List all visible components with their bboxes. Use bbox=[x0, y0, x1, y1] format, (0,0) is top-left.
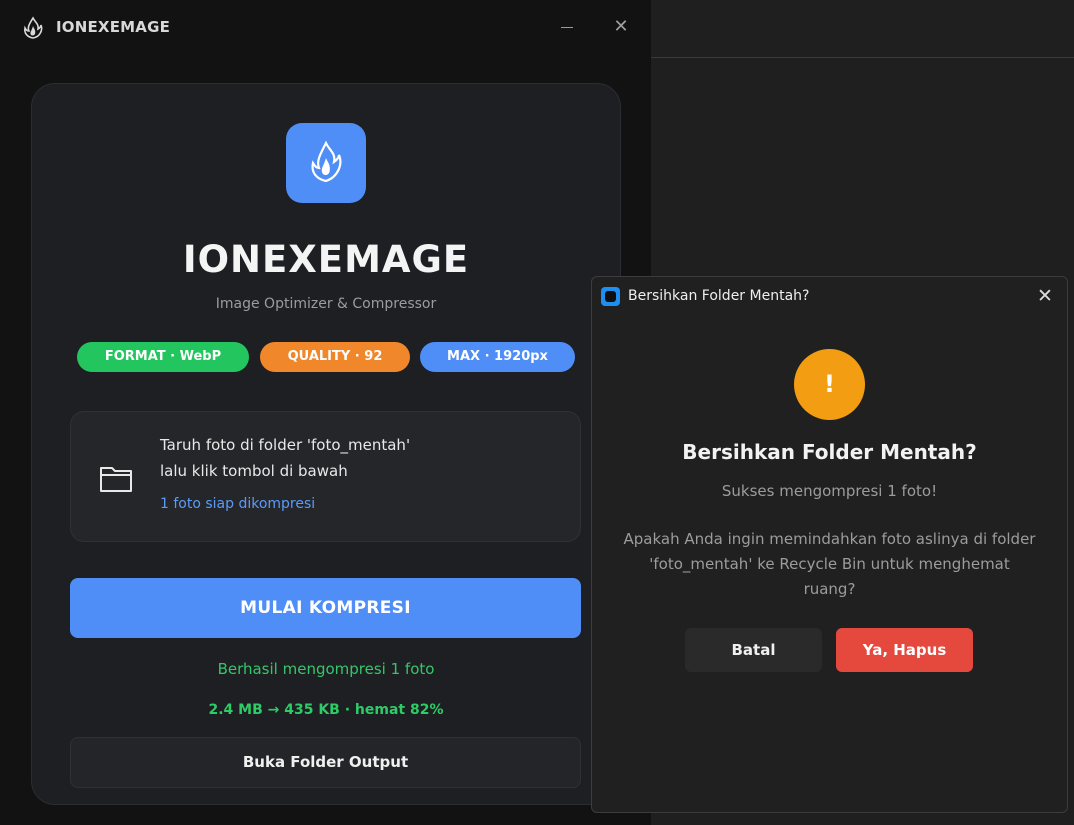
open-output-folder-button[interactable]: Buka Folder Output bbox=[70, 737, 581, 788]
app-window: IONEXEMAGE ✕ IONEXEMAGE Image Optimizer … bbox=[0, 0, 651, 825]
dialog-close-button[interactable]: ✕ bbox=[1034, 285, 1056, 307]
dialog-title: Bersihkan Folder Mentah? bbox=[628, 288, 810, 304]
dialog-heading: Bersihkan Folder Mentah? bbox=[682, 440, 977, 464]
drop-instruction-line1: Taruh foto di folder 'foto_mentah' bbox=[160, 436, 411, 454]
folder-icon bbox=[100, 467, 132, 492]
result-message: Berhasil mengompresi 1 foto bbox=[217, 660, 435, 678]
main-card: IONEXEMAGE Image Optimizer & Compressor … bbox=[31, 83, 621, 805]
close-button[interactable]: ✕ bbox=[610, 16, 632, 38]
window-title: IONEXEMAGE bbox=[56, 18, 171, 36]
app-logo bbox=[286, 123, 366, 203]
flame-logo-icon bbox=[24, 16, 43, 39]
format-badge: FORMAT · WebP bbox=[77, 342, 249, 372]
app-name-heading: IONEXEMAGE bbox=[182, 238, 470, 281]
quality-badge: QUALITY · 92 bbox=[260, 342, 410, 372]
max-size-badge: MAX · 1920px bbox=[420, 342, 575, 372]
drop-instruction-line2: lalu klik tombol di bawah bbox=[160, 462, 348, 480]
savings-summary: 2.4 MB → 435 KB · hemat 82% bbox=[208, 702, 444, 718]
flame-logo-icon bbox=[311, 141, 342, 183]
dialog-title-bar[interactable]: Bersihkan Folder Mentah? ✕ bbox=[592, 277, 1067, 315]
confirm-delete-button[interactable]: Ya, Hapus bbox=[836, 628, 973, 672]
exclamation-icon: ! bbox=[794, 349, 865, 420]
dialog-app-icon bbox=[601, 287, 620, 306]
confirm-dialog: Bersihkan Folder Mentah? ✕ ! Bersihkan F… bbox=[591, 276, 1068, 813]
start-compress-button[interactable]: MULAI KOMPRESI bbox=[70, 578, 581, 638]
dialog-subheading: Sukses mengompresi 1 foto! bbox=[721, 482, 938, 500]
app-subtitle: Image Optimizer & Compressor bbox=[215, 296, 437, 312]
background-window-titlebar bbox=[651, 0, 1074, 58]
ready-status: 1 foto siap dikompresi bbox=[160, 496, 316, 512]
cancel-button[interactable]: Batal bbox=[685, 628, 822, 672]
drop-zone[interactable]: Taruh foto di folder 'foto_mentah' lalu … bbox=[70, 411, 581, 542]
dialog-message: Apakah Anda ingin memindahkan foto aslin… bbox=[623, 530, 1036, 598]
minimize-button[interactable] bbox=[557, 16, 579, 38]
title-bar[interactable]: IONEXEMAGE ✕ bbox=[0, 0, 651, 56]
